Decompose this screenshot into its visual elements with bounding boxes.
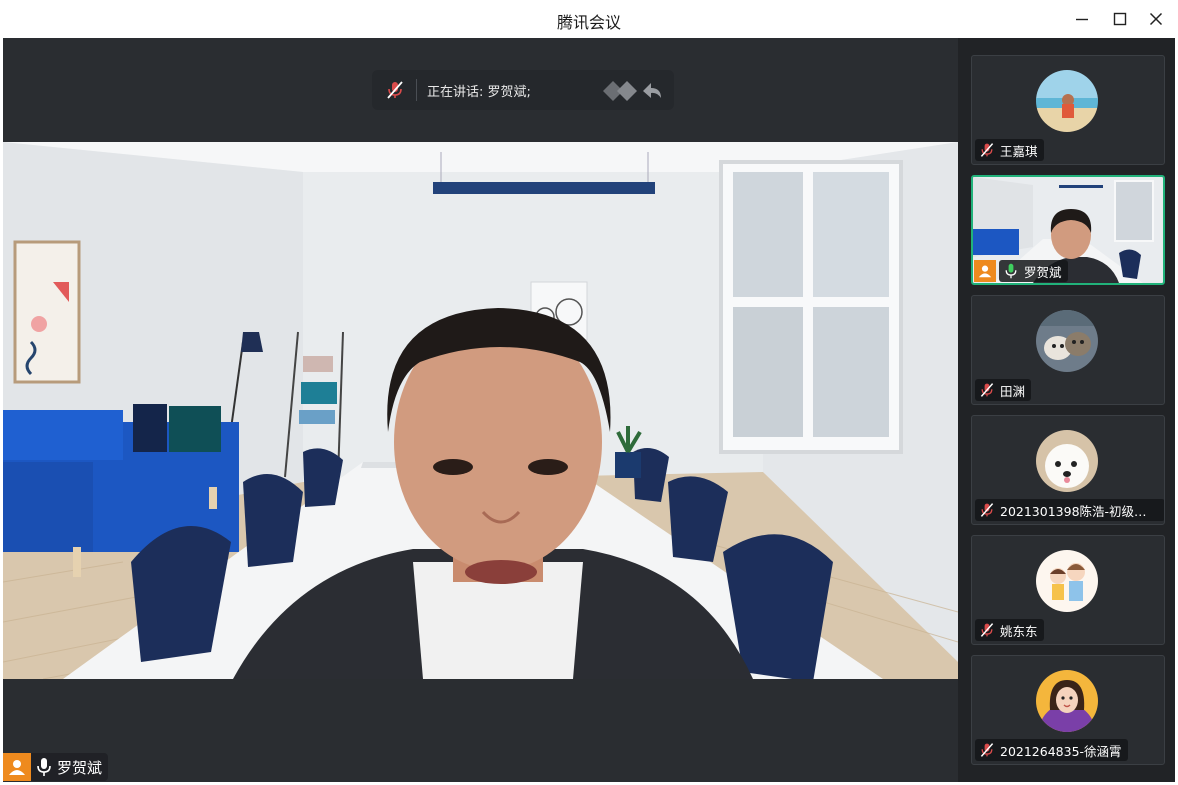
participant-name: 田渊 (1000, 383, 1026, 399)
participant-name-tag: 姚东东 (975, 619, 1044, 641)
participant-name-tag: 2021301398陈浩-初级党校 (975, 499, 1164, 521)
maximize-button[interactable] (1109, 8, 1131, 30)
mic-muted-icon (387, 81, 403, 99)
host-icon (974, 260, 996, 282)
main-video[interactable] (3, 142, 958, 679)
tencent-meeting-logo-icon (603, 81, 661, 101)
window-title: 腾讯会议 (556, 13, 621, 32)
mic-muted-icon (980, 383, 994, 397)
participant-tile[interactable]: 田渊 (971, 295, 1165, 405)
cartoon-kids-avatar (1036, 550, 1098, 612)
host-icon (3, 753, 31, 781)
participant-name: 罗贺斌 (1024, 264, 1062, 280)
participant-tile[interactable]: 2021264835-徐涵霄 (971, 655, 1165, 765)
mic-muted-icon (980, 143, 994, 157)
participant-sidebar: 王嘉琪 罗贺斌 田渊 2021301398陈浩-初级党校 姚东东 2021264… (958, 38, 1175, 782)
participant-name: 2021301398陈浩-初级党校 (1000, 503, 1159, 519)
mic-muted-icon (980, 743, 994, 757)
participant-name-tag: 王嘉琪 (975, 139, 1044, 161)
speaking-indicator: 正在讲话: 罗贺斌; (372, 70, 674, 110)
mic-on-icon (1005, 263, 1017, 279)
title-bar: 腾讯会议 (0, 0, 1178, 38)
mic-muted-icon (980, 503, 994, 517)
close-button[interactable] (1145, 8, 1167, 30)
mic-on-icon (37, 758, 51, 776)
participant-name: 2021264835-徐涵霄 (1000, 743, 1122, 759)
minimize-button[interactable] (1071, 8, 1093, 30)
dogs-photo-avatar (1036, 310, 1098, 372)
mic-muted-icon (980, 623, 994, 637)
participant-name: 姚东东 (1000, 623, 1038, 639)
participant-tile[interactable]: 姚东东 (971, 535, 1165, 645)
beach-photo-avatar (1036, 70, 1098, 132)
cartoon-girl-avatar (1036, 670, 1098, 732)
close-icon (1149, 12, 1163, 26)
participant-name-tag: 罗贺斌 (999, 260, 1068, 282)
minimize-icon (1076, 18, 1088, 21)
maximize-icon (1113, 12, 1127, 26)
main-stage: 正在讲话: 罗贺斌; (3, 38, 958, 782)
main-speaker-tag: 罗贺斌 (3, 753, 109, 781)
speaker-name-label: 罗贺斌 (31, 753, 109, 781)
participant-name: 王嘉琪 (1000, 143, 1038, 159)
speaker-name: 罗贺斌 (57, 758, 103, 777)
participant-tile[interactable]: 2021301398陈浩-初级党校 (971, 415, 1165, 525)
participant-name-tag: 2021264835-徐涵霄 (975, 739, 1128, 761)
participant-tile[interactable]: 王嘉琪 (971, 55, 1165, 165)
meeting-room-video-frame (3, 142, 958, 679)
separator (416, 79, 417, 101)
participant-tile-active[interactable]: 罗贺斌 (971, 175, 1165, 285)
participant-name-tag: 田渊 (975, 379, 1032, 401)
speaking-text: 正在讲话: 罗贺斌; (427, 84, 531, 100)
white-dog-avatar (1036, 430, 1098, 492)
